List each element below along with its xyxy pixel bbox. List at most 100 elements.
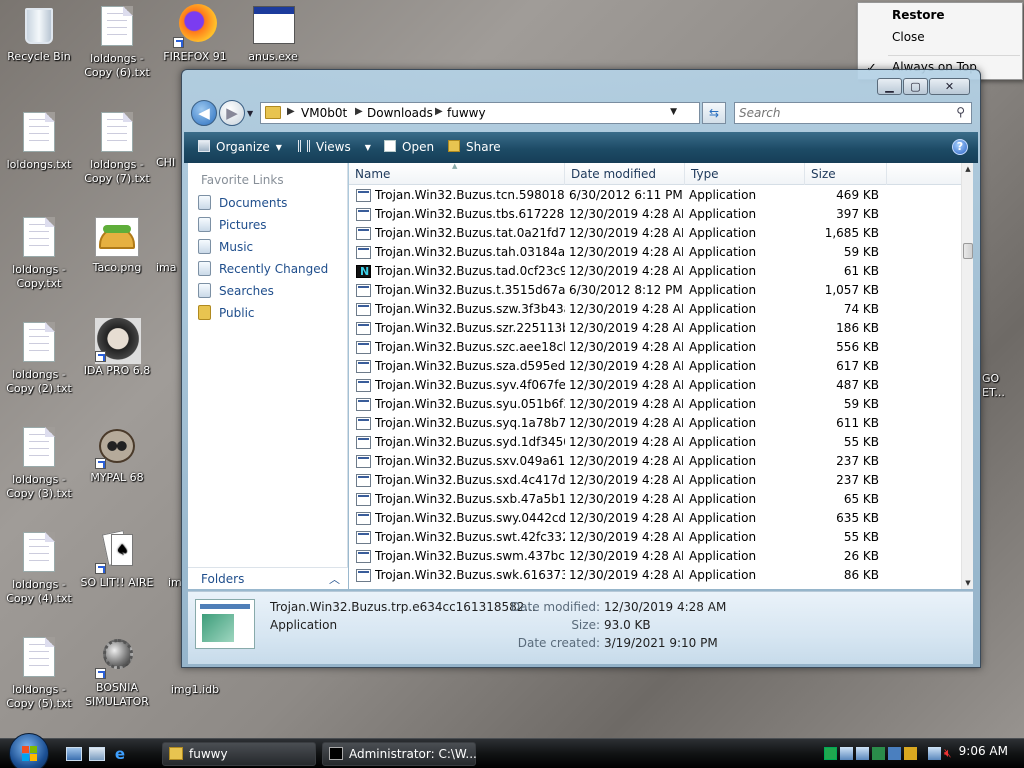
desktop-icon-loldongs-copy-2[interactable]: loldongs - Copy (2).txt: [0, 320, 78, 396]
taskbar-clock[interactable]: 9:06 AM: [959, 744, 1008, 758]
desktop-icon-firefox[interactable]: FIREFOX 91: [156, 4, 234, 64]
scroll-down-icon[interactable]: ▼: [962, 579, 973, 587]
table-row[interactable]: Trojan.Win32.Buzus.tah.03184ab2... 12/30/…: [349, 243, 961, 262]
desktop-icon-loldongs-txt[interactable]: loldongs.txt: [0, 110, 78, 172]
table-row[interactable]: Trojan.Win32.Buzus.sxd.4c417d35... 12/30/…: [349, 471, 961, 490]
column-header-size[interactable]: Size: [805, 163, 887, 185]
tray-security-icon[interactable]: [872, 747, 885, 760]
table-row[interactable]: Trojan.Win32.Buzus.sxb.47a5b1b6... 12/30/…: [349, 490, 961, 509]
desktop-icon-taco[interactable]: Taco.png: [78, 215, 156, 275]
desktop-icon-ida-pro[interactable]: IDA PRO 6.8: [78, 318, 156, 378]
table-row[interactable]: Trojan.Win32.Buzus.tbs.61722801... 12/30/…: [349, 205, 961, 224]
favorite-link-searches[interactable]: Searches: [196, 282, 346, 300]
table-row[interactable]: Trojan.Win32.Buzus.szc.aee18cb0... 12/30/…: [349, 338, 961, 357]
favorite-link-public[interactable]: Public: [196, 304, 346, 322]
organize-button[interactable]: Organize ▼: [198, 140, 282, 154]
refresh-button[interactable]: ⇆: [702, 102, 726, 124]
favorite-link-pictures[interactable]: Pictures: [196, 216, 346, 234]
cmd-icon: [329, 747, 343, 760]
start-button[interactable]: [9, 733, 49, 768]
tray-shield-icon[interactable]: [904, 747, 917, 760]
vertical-scrollbar[interactable]: ▲ ▼: [961, 163, 973, 589]
volume-muted-icon[interactable]: 🔇︎: [944, 747, 957, 760]
desktop-icon-recycle-bin[interactable]: Recycle Bin: [0, 4, 78, 64]
history-dropdown-icon[interactable]: ▼: [247, 109, 253, 118]
address-bar[interactable]: ▶ VM0b0t ▶ Downloads ▶ fuwwy ▼: [260, 102, 700, 124]
desktop-icon-bosnia-simulator[interactable]: BOSNIA SIMULATOR: [78, 635, 156, 709]
desktop-icon-loldongs-copy-7[interactable]: loldongs - Copy (7).txt: [78, 110, 156, 186]
type-cell: Application: [689, 188, 757, 202]
table-row[interactable]: Trojan.Win32.Buzus.sxv.049a6109... 12/30/…: [349, 452, 961, 471]
tray-update-icon[interactable]: [888, 747, 901, 760]
maximize-button[interactable]: ▢: [903, 78, 928, 95]
forward-button[interactable]: ▶: [219, 100, 245, 126]
menu-item-restore[interactable]: Restore: [892, 8, 945, 22]
table-row[interactable]: Trojan.Win32.Buzus.syq.1a78b7df... 12/30/…: [349, 414, 961, 433]
share-button[interactable]: Share: [448, 140, 501, 154]
table-row[interactable]: Trojan.Win32.Buzus.tcn.598018a9... 6/30/2…: [349, 186, 961, 205]
favorite-link-documents[interactable]: Documents: [196, 194, 346, 212]
desktop-icon-label: SO LIT!! AIRE: [80, 576, 154, 589]
internet-explorer-icon[interactable]: e: [112, 747, 128, 762]
column-header-name[interactable]: Name ▲: [349, 163, 565, 185]
text-file-icon: [15, 112, 63, 156]
tray-app-icon[interactable]: [824, 747, 837, 760]
breadcrumb-downloads[interactable]: Downloads: [367, 106, 433, 120]
views-button[interactable]: Views ▼: [298, 140, 371, 154]
desktop-icon-solitaire[interactable]: ♠ SO LIT!! AIRE: [78, 530, 156, 590]
table-row[interactable]: Trojan.Win32.Buzus.tad.0cf23c9b... 12/30/…: [349, 262, 961, 281]
desktop-icon-loldongs-copy-5[interactable]: loldongs - Copy (5).txt: [0, 635, 78, 711]
desktop-icon-anus-exe[interactable]: anus.exe: [234, 4, 312, 64]
desktop-icon-loldongs-copy-3[interactable]: loldongs - Copy (3).txt: [0, 425, 78, 501]
favorite-link-music[interactable]: Music: [196, 238, 346, 256]
size-cell: 61 KB: [843, 264, 879, 278]
folders-label: Folders: [201, 572, 245, 586]
table-row[interactable]: Trojan.Win32.Buzus.syd.1df34503... 12/30/…: [349, 433, 961, 452]
column-header-date-modified[interactable]: Date modified: [565, 163, 685, 185]
folders-toggle[interactable]: Folders ︿: [188, 567, 348, 589]
column-header-type[interactable]: Type: [685, 163, 805, 185]
show-desktop-icon[interactable]: [66, 747, 82, 761]
table-row[interactable]: Trojan.Win32.Buzus.sza.d595edd8... 12/30/…: [349, 357, 961, 376]
close-window-button[interactable]: ✕: [929, 78, 970, 95]
search-box[interactable]: ⚲: [734, 102, 972, 124]
tray-display-icon[interactable]: [856, 747, 869, 760]
desktop-icon-loldongs-copy-6[interactable]: loldongs - Copy (6).txt: [78, 4, 156, 80]
switch-windows-icon[interactable]: [89, 747, 105, 761]
search-input[interactable]: [739, 105, 949, 121]
table-row[interactable]: Trojan.Win32.Buzus.syv.4f067feb4... 12/30…: [349, 376, 961, 395]
desktop-icon-partial-right[interactable]: GO ET...: [982, 372, 1022, 400]
table-row[interactable]: Trojan.Win32.Buzus.swm.437bc28... 12/30/2…: [349, 547, 961, 566]
minimize-button[interactable]: ▁: [877, 78, 902, 95]
favorite-link-recently-changed[interactable]: Recently Changed: [196, 260, 346, 278]
taskbar-button-cmd[interactable]: Administrator: C:\W...: [322, 742, 477, 766]
scrollbar-thumb[interactable]: [963, 243, 973, 259]
scroll-up-icon[interactable]: ▲: [962, 165, 973, 173]
search-icon[interactable]: ⚲: [956, 105, 965, 119]
taskbar-button-fuwwy[interactable]: fuwwy: [162, 742, 316, 766]
recently-changed-icon: [198, 261, 211, 276]
breadcrumb-fuwwy[interactable]: fuwwy: [447, 106, 486, 120]
desktop-icon-mypal[interactable]: MYPAL 68: [78, 425, 156, 485]
back-button[interactable]: ◀: [191, 100, 217, 126]
application-icon: [356, 531, 371, 544]
menu-item-close[interactable]: Close: [892, 30, 925, 44]
table-row[interactable]: Trojan.Win32.Buzus.swy.0442cd6... 12/30/2…: [349, 509, 961, 528]
address-dropdown-icon[interactable]: ▼: [670, 107, 677, 117]
table-row[interactable]: Trojan.Win32.Buzus.szw.3f3b43a4... 12/30/…: [349, 300, 961, 319]
table-row[interactable]: Trojan.Win32.Buzus.tat.0a21fd726... 12/30…: [349, 224, 961, 243]
date-modified-cell: 12/30/2019 4:28 AM: [569, 568, 683, 582]
network-status-icon[interactable]: [928, 747, 941, 760]
text-file-icon: [15, 532, 63, 576]
table-row[interactable]: Trojan.Win32.Buzus.t.3515d67a45... 6/30/2…: [349, 281, 961, 300]
help-icon[interactable]: ?: [952, 139, 968, 155]
breadcrumb-vm0b0t[interactable]: VM0b0t: [301, 106, 347, 120]
table-row[interactable]: Trojan.Win32.Buzus.syu.051b6f3c... 12/30/…: [349, 395, 961, 414]
tray-network-icon[interactable]: [840, 747, 853, 760]
desktop-icon-loldongs-copy[interactable]: loldongs - Copy.txt: [0, 215, 78, 291]
table-row[interactable]: Trojan.Win32.Buzus.swt.42fc3326... 12/30/…: [349, 528, 961, 547]
table-row[interactable]: Trojan.Win32.Buzus.swk.616373b... 12/30/2…: [349, 566, 961, 585]
desktop-icon-loldongs-copy-4[interactable]: loldongs - Copy (4).txt: [0, 530, 78, 606]
open-button[interactable]: Open: [384, 140, 434, 154]
table-row[interactable]: Trojan.Win32.Buzus.szr.225113b1... 12/30/…: [349, 319, 961, 338]
